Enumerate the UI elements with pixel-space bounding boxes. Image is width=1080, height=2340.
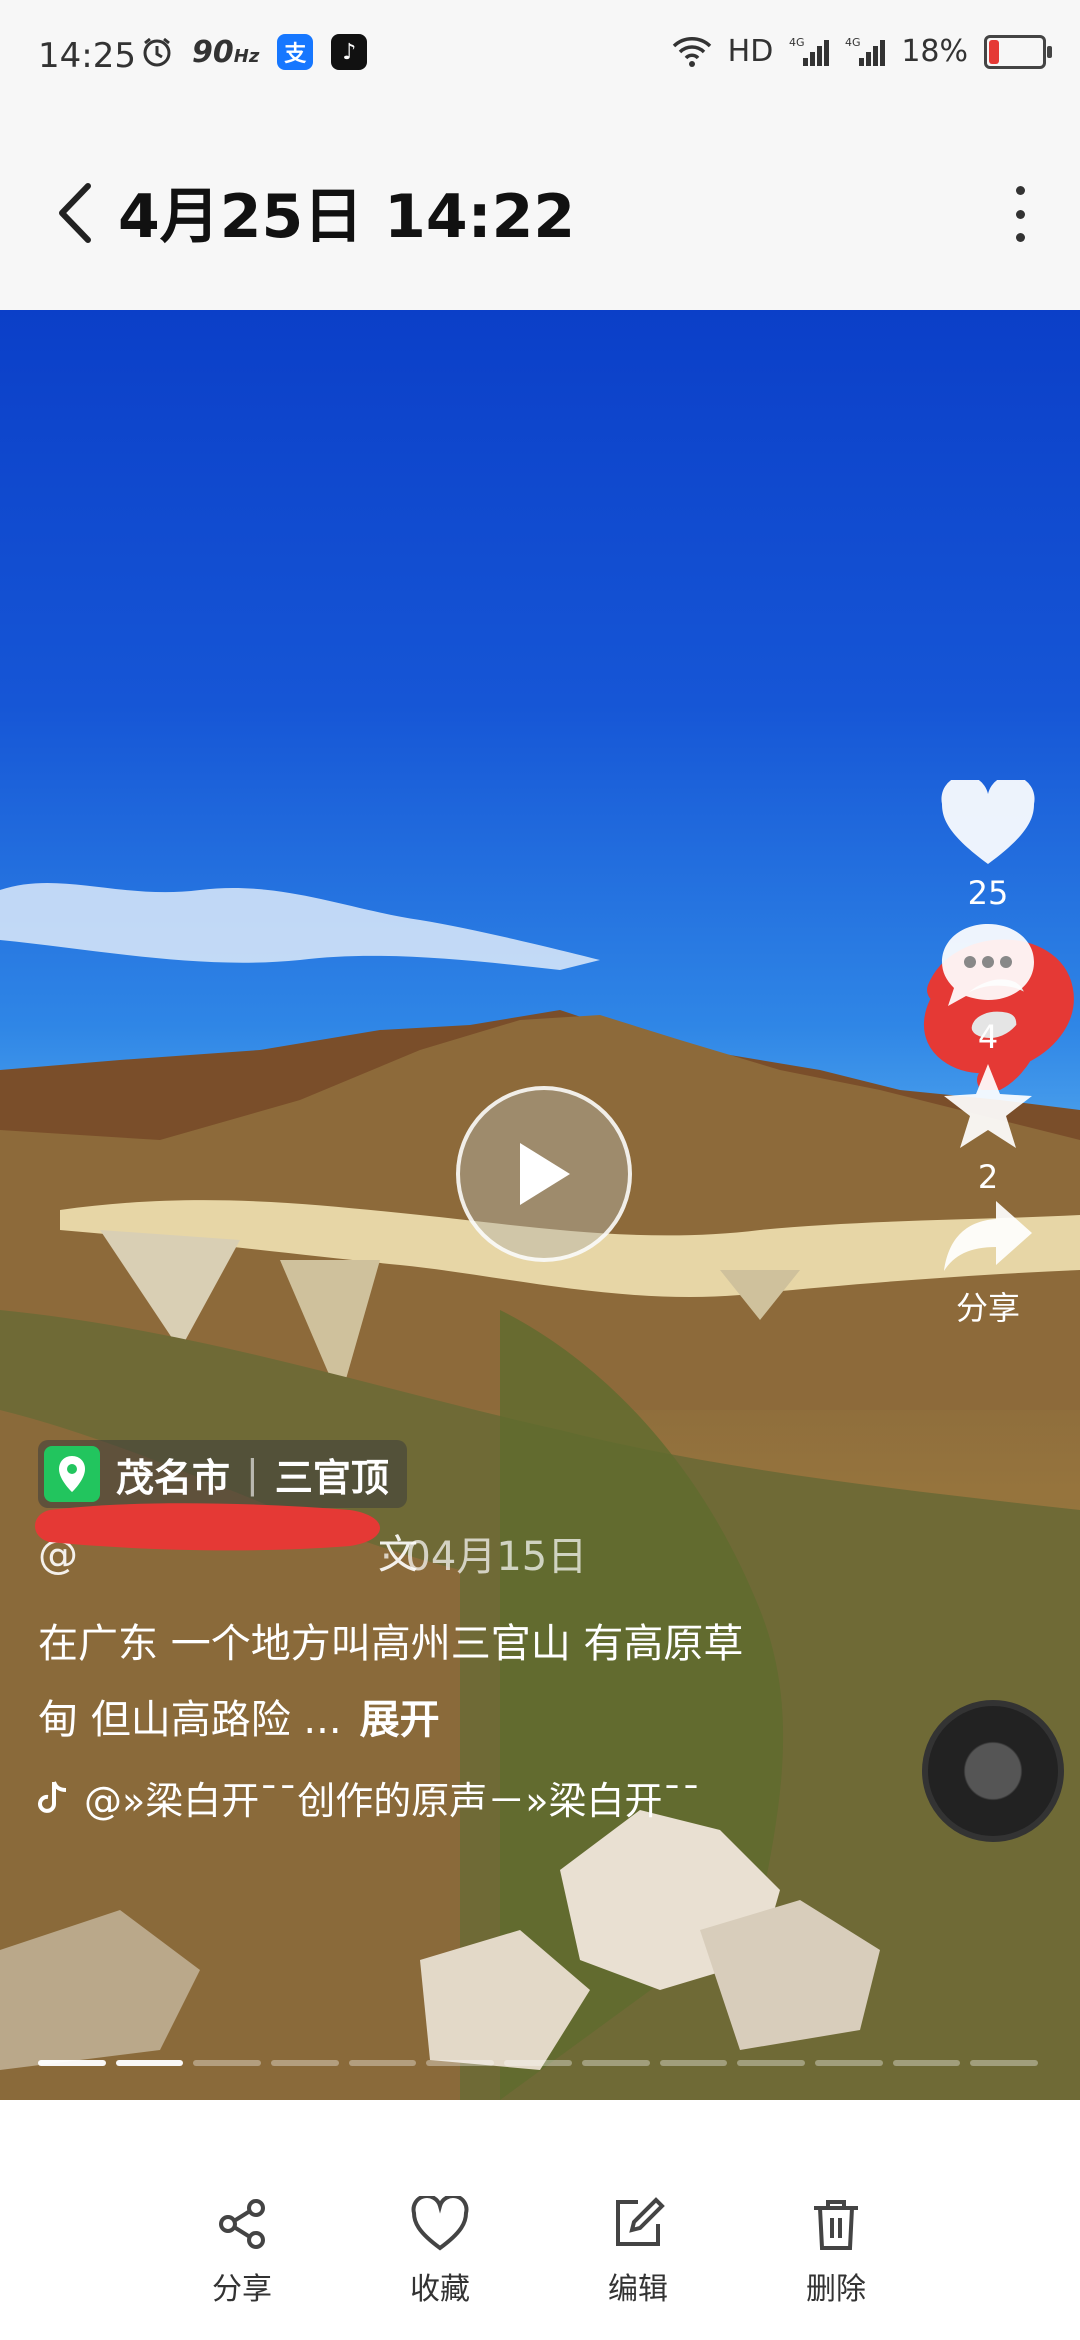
share-button[interactable]: 分享: [172, 2196, 312, 2308]
alipay-icon: 支: [277, 34, 314, 70]
comment-button[interactable]: 4: [933, 920, 1043, 1056]
progress-segment: [115, 2060, 184, 2066]
alarm-icon: [143, 37, 171, 67]
like-button[interactable]: 25: [933, 775, 1043, 912]
heart-icon: [941, 775, 1035, 864]
progress-segment: [426, 2060, 495, 2066]
like-count: 25: [967, 874, 1009, 912]
tiktok-icon: ♪: [331, 34, 368, 70]
progress-bar: [38, 2060, 1038, 2066]
more-options-icon[interactable]: [1008, 186, 1032, 242]
battery-icon: [984, 34, 1052, 69]
progress-segment: [271, 2060, 339, 2066]
music-info[interactable]: @»梁白开¯¯创作的原声－»梁白开¯¯: [38, 1770, 701, 1825]
signal-icon: 4G: [845, 36, 886, 66]
progress-segment: [970, 2060, 1038, 2066]
status-time: 14:25: [38, 36, 136, 76]
heart-outline-icon: [411, 2196, 469, 2251]
redaction-scribble: [35, 1503, 380, 1551]
favorite-toolbar-button[interactable]: 收藏: [370, 2196, 510, 2308]
favorite-button[interactable]: 2: [933, 1060, 1043, 1196]
share-video-button[interactable]: 分享: [933, 1195, 1043, 1329]
post-date: · 04月15日: [380, 1534, 588, 1580]
progress-segment: [348, 2060, 417, 2066]
star-icon: [944, 1064, 1032, 1148]
comment-count: 4: [977, 1018, 999, 1056]
back-icon[interactable]: [50, 178, 100, 248]
svg-text:4G: 4G: [845, 36, 861, 49]
progress-segment: [193, 2060, 262, 2066]
tiktok-note-icon: [38, 1780, 67, 1813]
svg-text:4G: 4G: [789, 36, 805, 49]
progress-segment: [504, 2060, 572, 2066]
trash-icon: [814, 2200, 858, 2250]
signal-icon: 4G: [789, 36, 830, 66]
expand-button[interactable]: 展开: [360, 1697, 440, 1743]
progress-segment: [38, 2060, 106, 2066]
play-button[interactable]: [456, 1086, 632, 1262]
page-title: 4月25日 14:22: [118, 182, 576, 252]
refresh-rate: 90Hz: [192, 34, 260, 70]
battery-percent: 18%: [901, 34, 968, 69]
favorite-count: 2: [977, 1158, 999, 1196]
progress-segment: [892, 2060, 961, 2066]
bottom-toolbar: 分享 收藏 编辑 删除: [0, 2100, 1080, 2340]
share-icon: [219, 2199, 265, 2249]
progress-segment: [659, 2060, 728, 2066]
delete-button[interactable]: 删除: [766, 2196, 906, 2308]
progress-segment: [737, 2060, 805, 2066]
share-label: 分享: [955, 1289, 1020, 1327]
edit-icon: [616, 2197, 665, 2246]
progress-segment: [581, 2060, 650, 2066]
comment-icon: [942, 924, 1034, 1006]
video-preview[interactable]: 25 4 2 分享 茂名市 | 三官顶 @ 文 · 04月15日 在广东 一个地方…: [0, 310, 1080, 2100]
wifi-icon: [672, 36, 711, 67]
header: 4月25日 14:22: [0, 110, 1080, 310]
status-bar: 14:25 90Hz 支 ♪ HD 4G 4G 18%: [0, 0, 1080, 110]
music-disc[interactable]: [922, 1700, 1064, 1842]
network-label: HD: [727, 34, 774, 69]
play-icon: [520, 1143, 570, 1205]
progress-segment: [814, 2060, 883, 2066]
video-description: 在广东 一个地方叫高州三官山 有高原草甸 但山高路险 ... 展开: [38, 1621, 744, 1743]
edit-button[interactable]: 编辑: [568, 2196, 708, 2308]
share-arrow-icon: [944, 1201, 1032, 1271]
